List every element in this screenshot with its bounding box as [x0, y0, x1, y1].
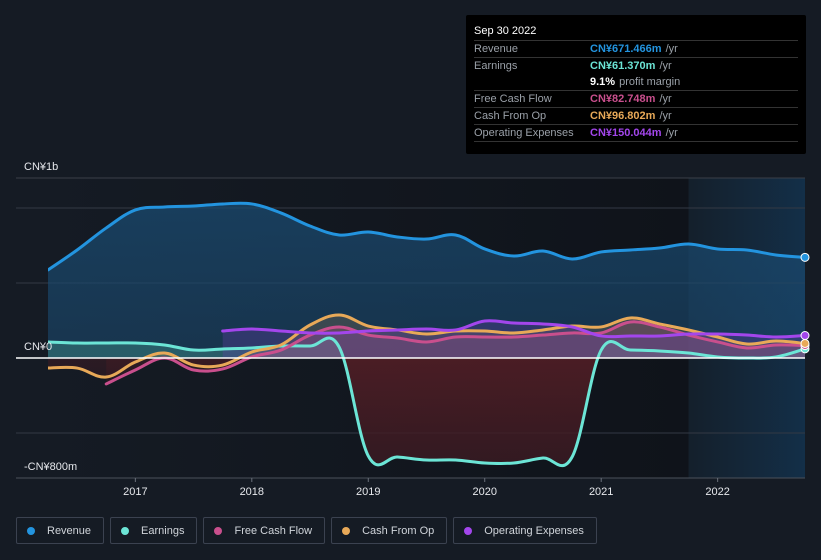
- tooltip-value: CN¥671.466m: [590, 43, 662, 55]
- tooltip-label: Operating Expenses: [474, 127, 574, 139]
- tooltip-unit: /yr: [659, 110, 672, 122]
- revenue-end-marker: [800, 252, 810, 262]
- x-tick-label: 2018: [240, 486, 264, 498]
- y-axis-label: CN¥0: [24, 341, 52, 353]
- x-tick-label: 2020: [472, 486, 496, 498]
- tooltip-row-earnings: Earnings CN¥61.370m /yr: [474, 58, 798, 74]
- x-tick-label: 2017: [123, 486, 147, 498]
- tooltip-unit: /yr: [665, 127, 678, 139]
- legend-dot-icon: [342, 526, 351, 535]
- legend-item-operating-expenses[interactable]: Operating Expenses: [453, 517, 597, 544]
- tooltip-unit: profit margin: [619, 76, 681, 88]
- legend: Revenue Earnings Free Cash Flow Cash Fro…: [16, 517, 597, 544]
- tooltip-label: [474, 74, 590, 90]
- tooltip-value: CN¥96.802m: [590, 110, 656, 122]
- tooltip-row-profit-margin: 9.1% profit margin: [474, 74, 798, 91]
- legend-label: Cash From Op: [362, 524, 435, 537]
- legend-dot-icon: [214, 526, 223, 535]
- tooltip-label: Cash From Op: [474, 110, 547, 122]
- legend-item-free-cash-flow[interactable]: Free Cash Flow: [203, 517, 326, 544]
- tooltip-label: Free Cash Flow: [474, 93, 552, 105]
- tooltip-unit: /yr: [665, 43, 678, 55]
- tooltip-unit: /yr: [659, 93, 672, 105]
- tooltip-row-free-cash-flow: Free Cash Flow CN¥82.748m /yr: [474, 91, 798, 108]
- tooltip-label: Earnings: [474, 60, 518, 72]
- legend-dot-icon: [121, 526, 130, 535]
- x-tick-label: 2019: [356, 486, 380, 498]
- tooltip-date: Sep 30 2022: [474, 23, 798, 41]
- legend-label: Free Cash Flow: [234, 524, 313, 537]
- cash-from-op-end-marker: [800, 338, 810, 348]
- legend-label: Operating Expenses: [484, 524, 584, 537]
- legend-item-revenue[interactable]: Revenue: [16, 517, 105, 544]
- tooltip-row-cash-from-op: Cash From Op CN¥96.802m /yr: [474, 108, 798, 125]
- tooltip-label: Revenue: [474, 43, 519, 55]
- tooltip-row-operating-expenses: Operating Expenses CN¥150.044m /yr: [474, 125, 798, 142]
- tooltip-row-revenue: Revenue CN¥671.466m /yr: [474, 41, 798, 58]
- legend-item-cash-from-op[interactable]: Cash From Op: [331, 517, 448, 544]
- tooltip-value: CN¥61.370m: [590, 60, 656, 72]
- legend-item-earnings[interactable]: Earnings: [110, 517, 198, 544]
- legend-dot-icon: [27, 526, 35, 535]
- x-tick-label: 2022: [705, 486, 729, 498]
- legend-label: Earnings: [141, 524, 185, 537]
- tooltip-panel: Sep 30 2022 Revenue CN¥671.466m /yr Earn…: [466, 15, 806, 154]
- legend-label: Revenue: [47, 524, 92, 537]
- tooltip-value: CN¥150.044m: [590, 127, 662, 139]
- y-axis-label: -CN¥800m: [24, 461, 77, 473]
- tooltip-value: 9.1%: [590, 76, 616, 88]
- operating-expenses-end-marker: [800, 331, 810, 340]
- x-tick-label: 2021: [589, 486, 613, 498]
- y-axis-label: CN¥1b: [24, 161, 58, 173]
- tooltip-value: CN¥82.748m: [590, 93, 656, 105]
- legend-dot-icon: [464, 526, 473, 535]
- tooltip-unit: /yr: [659, 60, 672, 72]
